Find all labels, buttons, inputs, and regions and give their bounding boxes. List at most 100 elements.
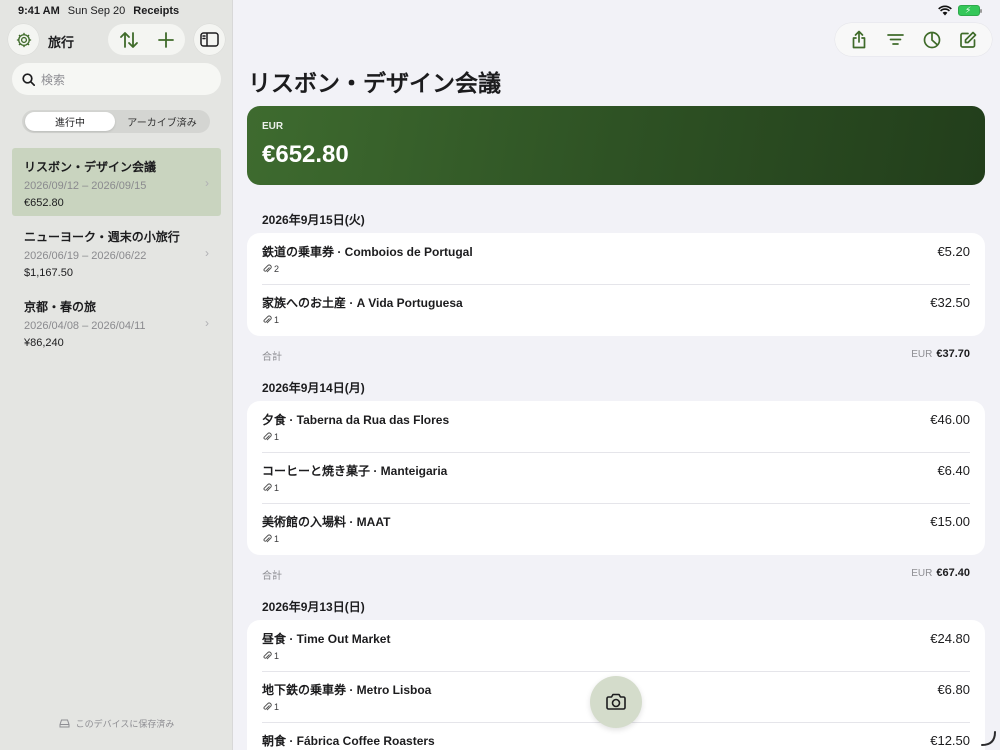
sidebar-toggle-button[interactable] [194,24,225,55]
day-header: 2026年9月14日(月) [262,381,365,395]
receipt-row[interactable]: 鉄道の乗車券 · Comboios de Portugal 2 €5.20 [247,233,985,284]
plus-icon [158,31,174,48]
trip-list-item[interactable]: リスボン・デザイン会議 2026/09/12 – 2026/09/15 €652… [12,148,221,216]
attachment-count: 1 [262,651,970,661]
paperclip-icon [263,432,272,441]
receipt-name: 鉄道の乗車券 · Comboios de Portugal [262,245,473,259]
filter-lines-icon [887,34,904,45]
receipt-row[interactable]: 昼食 · Time Out Market 1 €24.80 [247,620,985,671]
attachment-count-value: 1 [274,315,280,325]
receipt-amount: €46.00 [930,412,970,427]
wifi-icon [938,5,952,16]
receipt-row[interactable]: 美術館の入場料 · MAAT 1 €15.00 [247,503,985,554]
trip-name: リスボン・デザイン会議 [24,160,157,174]
trip-name: 京都・春の旅 [24,300,97,314]
segment-in-progress[interactable]: 進行中 [25,112,115,131]
chevron-right-icon: › [205,316,209,330]
attachment-count: 1 [262,534,970,544]
device-storage-icon [59,719,70,728]
receipt-row[interactable]: 夕食 · Taberna da Rua das Flores 1 €46.00 [247,401,985,452]
sidebar-toolbar: 旅行 [8,24,226,56]
subtotal-label: 合計 [262,571,282,582]
day-subtotal: 合計 EUR €37.70 [262,348,970,363]
attachment-count: 2 [262,264,970,274]
status-bar: 9:41 AM Sun Sep 20 Receipts ⚡ [0,0,1000,22]
receipt-amount: €5.20 [937,244,970,259]
receipt-amount: €32.50 [930,295,970,310]
chart-button[interactable] [920,28,944,52]
receipt-name: 昼食 · Time Out Market [262,632,391,646]
trip-total-amount: €652.80 [262,141,349,168]
page-title: リスボン・デザイン会議 [248,70,501,96]
sidebar-title: 旅行 [48,35,75,50]
paperclip-icon [263,483,272,492]
paperclip-icon [263,264,272,273]
attachment-count: 1 [262,483,970,493]
sidebar: 旅行 検索 進行中 アーカイブ済み リスボン・デザイン会議 2026/09/12… [0,0,233,750]
share-button[interactable] [847,28,871,52]
filter-button[interactable] [883,28,907,52]
sidebar-toggle-icon [200,32,219,47]
subtotal-amount: €67.40 [936,567,970,579]
sidebar-action-group [108,24,185,55]
window-resize-handle[interactable] [979,729,997,747]
attachment-count-value: 1 [274,702,280,712]
receipt-amount: €6.40 [937,463,970,478]
trip-total: $1,167.50 [24,267,73,279]
status-app-name: Receipts [133,5,180,17]
receipt-amount: €12.50 [930,733,970,748]
trip-dates: 2026/09/12 – 2026/09/15 [24,180,147,192]
compose-icon [960,31,977,48]
trip-total: ¥86,240 [24,337,64,349]
trip-name: ニューヨーク・週末の小旅行 [24,230,180,244]
chevron-right-icon: › [205,246,209,260]
storage-status-text: このデバイスに保存済み [75,719,175,729]
trip-dates: 2026/04/08 – 2026/04/11 [24,320,146,332]
attachment-count: 1 [262,315,970,325]
chevron-right-icon: › [205,176,209,190]
trip-detail: リスボン・デザイン会議 EUR €652.80 2026年9月15日(火) 鉄道… [233,0,1000,750]
subtotal-currency: EUR [911,349,933,360]
trip-list-item[interactable]: 京都・春の旅 2026/04/08 – 2026/04/11 ¥86,240 › [12,288,221,356]
paperclip-icon [263,702,272,711]
settings-button[interactable] [8,24,39,55]
add-trip-button[interactable] [147,24,185,55]
pie-chart-icon [923,31,940,48]
attachment-count-value: 1 [274,534,280,544]
share-icon [852,30,866,49]
subtotal-amount: €37.70 [936,348,970,360]
scan-receipt-button[interactable] [590,676,642,728]
trip-list-item[interactable]: ニューヨーク・週末の小旅行 2026/06/19 – 2026/06/22 $1… [12,218,221,286]
attachment-count-value: 1 [274,432,280,442]
camera-icon [606,693,626,710]
attachment-count-value: 1 [274,651,280,661]
receipt-name: コーヒーと焼き菓子 · Manteigaria [262,464,448,478]
receipt-name: 家族へのお土産 · A Vida Portuguesa [262,296,463,310]
attachment-count-value: 2 [274,264,280,274]
day-header: 2026年9月13日(日) [262,600,365,614]
receipt-name: 朝食 · Fábrica Coffee Roasters [262,734,435,748]
status-time: 9:41 AM [18,5,60,17]
receipt-row[interactable]: コーヒーと焼き菓子 · Manteigaria 1 €6.40 [247,452,985,503]
trip-dates: 2026/06/19 – 2026/06/22 [24,250,147,262]
status-date: Sun Sep 20 [67,5,126,17]
receipt-row[interactable]: 家族へのお土産 · A Vida Portuguesa 1 €32.50 [247,284,985,335]
battery-icon: ⚡ [958,5,982,16]
sort-arrows-icon [120,31,138,48]
paperclip-icon [263,534,272,543]
receipt-amount: €15.00 [930,514,970,529]
subtotal-currency: EUR [911,568,933,579]
search-field[interactable]: 検索 [12,63,221,95]
detail-toolbar [835,23,992,56]
sort-button[interactable] [110,24,148,55]
search-placeholder: 検索 [41,72,66,87]
gear-icon [16,32,31,47]
day-subtotal: 合計 EUR €67.40 [262,567,970,582]
trip-total-card: EUR €652.80 [247,106,985,185]
segment-archived[interactable]: アーカイブ済み [117,112,207,131]
paperclip-icon [263,651,272,660]
compose-button[interactable] [956,28,980,52]
subtotal-label: 合計 [262,352,282,363]
receipt-name: 美術館の入場料 · MAAT [262,515,391,529]
trip-total: €652.80 [24,197,64,209]
